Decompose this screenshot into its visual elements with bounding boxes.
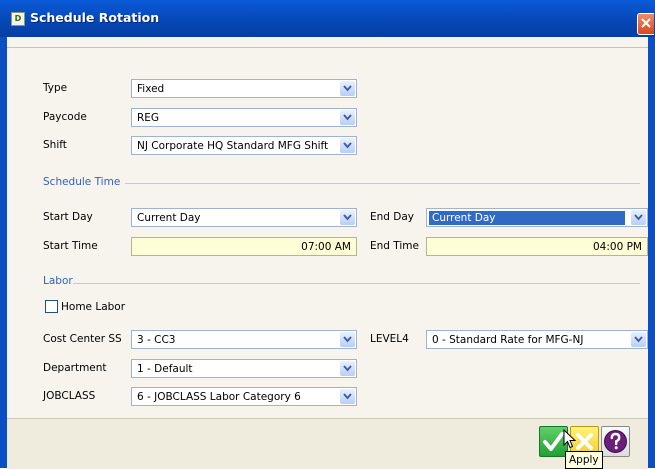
home-labor-checkbox[interactable] (45, 300, 58, 313)
start-time-field[interactable]: 07:00 AM (131, 237, 357, 256)
schedule-time-separator (125, 183, 640, 184)
start-day-select[interactable]: Current Day (131, 208, 357, 227)
window-border-left (0, 37, 7, 468)
type-select[interactable]: Fixed (131, 79, 357, 98)
chevron-down-icon (343, 393, 352, 400)
shift-value: NJ Corporate HQ Standard MFG Shift (137, 140, 329, 152)
start-time-label: Start Time (43, 240, 98, 252)
end-day-select[interactable]: Current Day (426, 208, 648, 227)
level4-select[interactable]: 0 - Standard Rate for MFG-NJ (426, 330, 648, 349)
type-label: Type (43, 82, 68, 94)
labor-separator (73, 283, 640, 284)
level4-dropdown-arrow[interactable] (631, 332, 646, 347)
end-day-value: Current Day (429, 211, 625, 225)
schedule-rotation-dialog: D Schedule Rotation Type Fixed Paycode R… (0, 0, 655, 469)
help-button[interactable] (601, 426, 630, 457)
cost-center-dropdown-arrow[interactable] (340, 332, 355, 347)
home-labor-label[interactable]: Home Labor (61, 301, 125, 313)
chevron-down-icon (634, 336, 643, 343)
shift-label: Shift (43, 139, 67, 151)
start-day-dropdown-arrow[interactable] (340, 210, 355, 225)
paycode-dropdown-arrow[interactable] (340, 110, 355, 125)
question-mark-icon (604, 430, 627, 453)
jobclass-value: 6 - JOBCLASS Labor Category 6 (137, 391, 301, 403)
mouse-pointer-icon (563, 429, 577, 449)
apply-tooltip: Apply (565, 451, 603, 469)
chevron-down-icon (343, 85, 352, 92)
cost-center-value: 3 - CC3 (137, 334, 176, 346)
close-x-icon (641, 18, 651, 28)
level4-value: 0 - Standard Rate for MFG-NJ (432, 334, 584, 346)
end-time-field[interactable]: 04:00 PM (426, 237, 648, 256)
chevron-down-icon (343, 114, 352, 121)
window-border-right (648, 37, 655, 468)
cost-center-label: Cost Center SS (43, 333, 122, 345)
jobclass-label: JOBCLASS (43, 390, 96, 402)
chevron-down-icon (343, 365, 352, 372)
level4-label: LEVEL4 (370, 333, 409, 345)
paycode-select[interactable]: REG (131, 108, 357, 127)
end-time-label: End Time (370, 240, 419, 252)
app-logo-icon: D (11, 12, 25, 26)
chevron-down-icon (634, 214, 643, 221)
department-dropdown-arrow[interactable] (340, 361, 355, 376)
labor-section-label: Labor (43, 275, 73, 287)
department-value: 1 - Default (137, 363, 193, 375)
end-day-dropdown-arrow[interactable] (631, 210, 646, 225)
cost-center-select[interactable]: 3 - CC3 (131, 330, 357, 349)
title-bar[interactable]: D Schedule Rotation (0, 0, 655, 38)
paycode-label: Paycode (43, 111, 87, 123)
top-divider (7, 47, 648, 48)
chevron-down-icon (343, 214, 352, 221)
type-value: Fixed (137, 83, 165, 95)
start-day-value: Current Day (137, 212, 201, 224)
shift-select[interactable]: NJ Corporate HQ Standard MFG Shift (131, 136, 357, 155)
chevron-down-icon (343, 336, 352, 343)
dialog-title: Schedule Rotation (30, 10, 160, 25)
end-day-label: End Day (370, 211, 415, 223)
department-select[interactable]: 1 - Default (131, 359, 357, 378)
type-dropdown-arrow[interactable] (340, 81, 355, 96)
start-time-value: 07:00 AM (301, 241, 351, 253)
paycode-value: REG (137, 112, 160, 124)
dialog-body: Type Fixed Paycode REG Shift NJ Corporat… (7, 37, 648, 469)
shift-dropdown-arrow[interactable] (340, 138, 355, 153)
schedule-time-section-label: Schedule Time (43, 176, 121, 188)
jobclass-dropdown-arrow[interactable] (340, 389, 355, 404)
start-day-label: Start Day (43, 211, 93, 223)
chevron-down-icon (343, 142, 352, 149)
jobclass-select[interactable]: 6 - JOBCLASS Labor Category 6 (131, 387, 357, 406)
close-button[interactable] (637, 13, 654, 35)
end-time-value: 04:00 PM (593, 241, 642, 253)
department-label: Department (43, 362, 107, 374)
